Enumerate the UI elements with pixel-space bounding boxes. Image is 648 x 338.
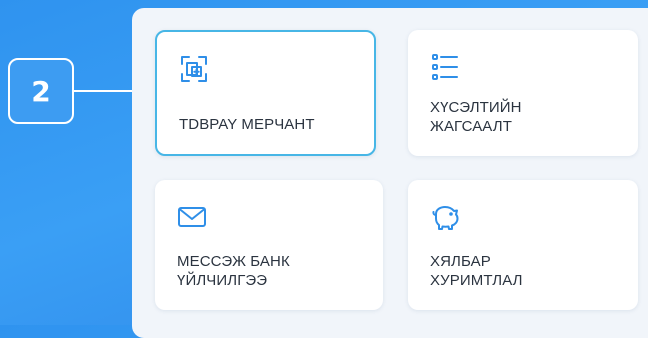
checklist-icon	[430, 52, 460, 82]
menu-item-easy-savings[interactable]: ХЯЛБАР ХУРИМТЛАЛ	[408, 180, 638, 310]
menu-item-message-bank[interactable]: МЕССЭЖ БАНК ҮЙЛЧИЛГЭЭ	[155, 180, 383, 310]
step-number-badge: 2	[8, 58, 74, 124]
piggy-bank-icon	[430, 202, 460, 232]
menu-item-label: ХЯЛБАР ХУРИМТЛАЛ	[430, 253, 523, 289]
menu-item-label: TDBPAY МЕРЧАНТ	[179, 116, 315, 133]
merchant-scan-icon	[179, 54, 209, 84]
menu-item-label: МЕССЭЖ БАНК ҮЙЛЧИЛГЭЭ	[177, 253, 290, 289]
menu-item-request-list[interactable]: ХҮСЭЛТИЙН ЖАГСААЛТ	[408, 30, 638, 156]
menu-item-label: ХҮСЭЛТИЙН ЖАГСААЛТ	[430, 99, 522, 135]
envelope-icon	[177, 202, 207, 232]
menu-item-tdbpay-merchant[interactable]: TDBPAY МЕРЧАНТ	[155, 30, 376, 156]
